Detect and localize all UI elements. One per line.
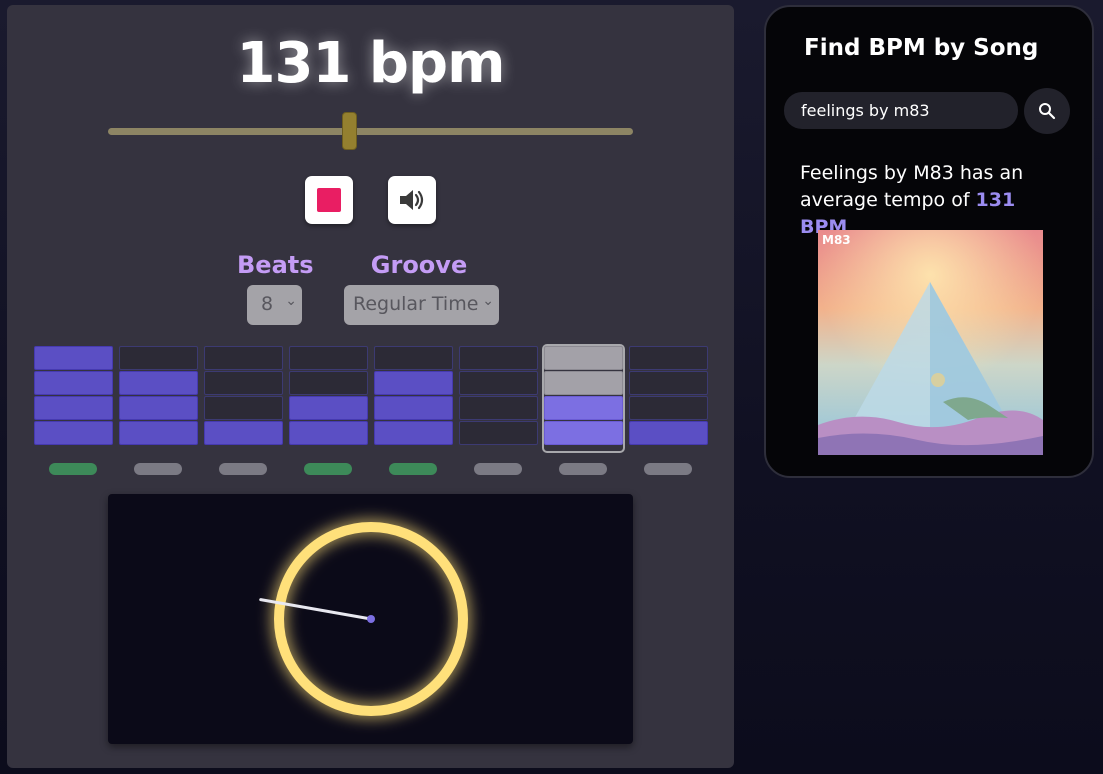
beat-cell[interactable] bbox=[544, 371, 623, 395]
beat-cell[interactable] bbox=[119, 371, 198, 395]
beat-cell[interactable] bbox=[374, 421, 453, 445]
beats-label: Beats bbox=[237, 251, 314, 279]
beat-indicator bbox=[389, 463, 437, 475]
beat-cell[interactable] bbox=[629, 396, 708, 420]
search-button[interactable] bbox=[1024, 88, 1070, 134]
beats-select-value: 8 bbox=[261, 293, 274, 315]
beat-column[interactable] bbox=[542, 344, 625, 453]
groove-select[interactable]: Regular Time ⌄ bbox=[344, 285, 499, 325]
beat-cell[interactable] bbox=[374, 371, 453, 395]
beat-cell[interactable] bbox=[119, 396, 198, 420]
beat-cell[interactable] bbox=[374, 346, 453, 370]
beat-indicator bbox=[559, 463, 607, 475]
beat-cell[interactable] bbox=[459, 396, 538, 420]
beat-column[interactable] bbox=[629, 346, 708, 451]
beat-cell[interactable] bbox=[289, 396, 368, 420]
beat-indicator bbox=[474, 463, 522, 475]
beat-column[interactable] bbox=[289, 346, 368, 451]
chevron-down-icon: ⌄ bbox=[285, 293, 297, 309]
beat-cell[interactable] bbox=[374, 396, 453, 420]
beat-cell[interactable] bbox=[629, 346, 708, 370]
beat-cell[interactable] bbox=[34, 371, 113, 395]
beat-cell[interactable] bbox=[289, 421, 368, 445]
beat-indicator bbox=[304, 463, 352, 475]
beats-select[interactable]: 8 ⌄ bbox=[247, 285, 302, 325]
beat-cell[interactable] bbox=[34, 421, 113, 445]
beat-cell[interactable] bbox=[204, 421, 283, 445]
beat-cell[interactable] bbox=[204, 396, 283, 420]
groove-label: Groove bbox=[370, 251, 468, 279]
tempo-slider-track[interactable] bbox=[108, 128, 633, 135]
beat-cell[interactable] bbox=[629, 421, 708, 445]
beat-indicator bbox=[134, 463, 182, 475]
beat-cell[interactable] bbox=[34, 396, 113, 420]
beat-column[interactable] bbox=[204, 346, 283, 451]
song-search-input[interactable] bbox=[784, 92, 1018, 129]
album-art-logo: M83 bbox=[822, 233, 851, 247]
stop-icon bbox=[317, 188, 341, 212]
result-text: Feelings by M83 has an average tempo of … bbox=[800, 160, 1070, 241]
search-icon bbox=[1039, 103, 1056, 120]
pendulum-dial bbox=[259, 522, 468, 716]
bpm-display: 131 bpm bbox=[236, 31, 506, 96]
speaker-icon bbox=[400, 190, 424, 210]
visualizer-panel bbox=[108, 494, 633, 744]
beat-cell[interactable] bbox=[459, 421, 538, 445]
beat-cell[interactable] bbox=[204, 371, 283, 395]
metronome-panel: 131 bpm Beats Groove 8 ⌄ Regular Time ⌄ bbox=[7, 5, 734, 768]
beat-column[interactable] bbox=[374, 346, 453, 451]
beat-cell[interactable] bbox=[459, 371, 538, 395]
beat-column[interactable] bbox=[34, 346, 113, 451]
stop-button[interactable] bbox=[305, 176, 353, 224]
album-art: M83 bbox=[818, 230, 1043, 455]
beat-cell[interactable] bbox=[119, 421, 198, 445]
panel-title: Find BPM by Song bbox=[804, 35, 1039, 61]
beat-cell[interactable] bbox=[204, 346, 283, 370]
beat-cell[interactable] bbox=[544, 396, 623, 420]
beat-cell[interactable] bbox=[459, 346, 538, 370]
beat-cell[interactable] bbox=[289, 346, 368, 370]
beat-cell[interactable] bbox=[119, 346, 198, 370]
beat-cell[interactable] bbox=[544, 346, 623, 370]
beat-column[interactable] bbox=[119, 346, 198, 451]
groove-select-value: Regular Time bbox=[353, 293, 479, 315]
beat-cell[interactable] bbox=[34, 346, 113, 370]
dial-pivot bbox=[367, 615, 375, 623]
beat-cell[interactable] bbox=[544, 421, 623, 445]
sound-toggle-button[interactable] bbox=[388, 176, 436, 224]
beat-indicator bbox=[644, 463, 692, 475]
beat-cell[interactable] bbox=[629, 371, 708, 395]
beat-column[interactable] bbox=[459, 346, 538, 451]
tempo-slider-thumb[interactable] bbox=[342, 112, 357, 150]
find-bpm-panel: Find BPM by Song Feelings by M83 has an … bbox=[764, 5, 1094, 478]
beat-indicator bbox=[49, 463, 97, 475]
beat-cell[interactable] bbox=[289, 371, 368, 395]
chevron-down-icon: ⌄ bbox=[482, 293, 494, 309]
beat-indicator bbox=[219, 463, 267, 475]
